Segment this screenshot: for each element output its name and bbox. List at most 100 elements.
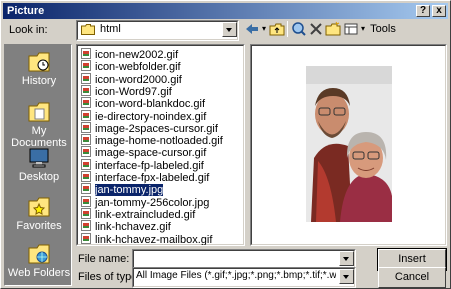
file-name: image-2spaces-cursor.gif xyxy=(95,122,218,135)
file-list-item[interactable]: image-2spaces-cursor.gif xyxy=(81,121,218,135)
place-history[interactable]: History xyxy=(5,51,73,87)
new-folder-icon xyxy=(325,21,341,36)
file-name: icon-webfolder.gif xyxy=(95,61,181,74)
my-documents-icon xyxy=(27,101,51,123)
file-name: icon-word2000.gif xyxy=(95,73,182,86)
file-name: link-hchavez-mailbox.gif xyxy=(95,233,213,246)
files-of-type-dropdown[interactable]: All Image Files (*.gif;*.jpg;*.png;*.bmp… xyxy=(132,267,356,288)
history-icon xyxy=(27,51,51,73)
window-title: Picture xyxy=(7,5,45,17)
back-dropdown-icon[interactable]: ▾ xyxy=(260,21,268,37)
delete-button[interactable] xyxy=(308,21,324,37)
file-list-item[interactable]: interface-fpx-labeled.gif xyxy=(81,171,209,184)
file-name-label: File name: xyxy=(78,253,130,265)
file-list-item[interactable]: jan-tommy-256color.jpg xyxy=(81,195,210,209)
places-bar: History My Documents Desktop Favorites W… xyxy=(4,44,72,286)
place-label: Desktop xyxy=(18,171,60,183)
file-name: icon-word-blankdoc.gif xyxy=(95,98,206,111)
place-my-documents[interactable]: My Documents xyxy=(5,101,73,149)
file-list-item[interactable]: ie-directory-noindex.gif xyxy=(81,109,207,123)
file-name: icon-Word97.gif xyxy=(95,85,172,98)
help-button[interactable]: ? xyxy=(416,5,430,17)
views-dropdown-icon[interactable]: ▾ xyxy=(359,21,367,37)
search-web-button[interactable] xyxy=(291,21,307,37)
preview-image xyxy=(306,66,392,222)
file-name: link-extraincluded.gif xyxy=(95,208,196,221)
file-list-item[interactable]: icon-word2000.gif xyxy=(81,72,182,86)
file-list-item[interactable]: icon-word-blankdoc.gif xyxy=(81,97,205,110)
place-label: History xyxy=(21,75,57,87)
image-file-icon xyxy=(81,84,91,96)
file-name: ie-directory-noindex.gif xyxy=(95,110,207,123)
place-label: My Documents xyxy=(11,125,67,149)
chevron-down-icon[interactable] xyxy=(339,251,354,266)
image-file-icon xyxy=(81,232,91,244)
chevron-down-icon[interactable] xyxy=(222,22,237,37)
delete-icon xyxy=(310,23,322,35)
image-file-icon xyxy=(81,195,91,207)
title-bar: Picture ? x xyxy=(3,3,448,19)
tools-menu[interactable]: Tools ▾ xyxy=(369,21,397,51)
image-file-icon xyxy=(81,183,91,195)
folder-icon xyxy=(81,24,95,35)
file-name: interface-fpx-labeled.gif xyxy=(95,172,210,184)
up-folder-button[interactable] xyxy=(269,21,285,37)
image-file-icon xyxy=(81,109,91,121)
views-icon xyxy=(344,23,358,35)
look-in-dropdown[interactable]: html xyxy=(76,20,239,41)
look-in-label: Look in: xyxy=(9,24,48,36)
look-in-value: html xyxy=(100,23,121,35)
image-file-icon xyxy=(81,146,91,158)
image-file-icon xyxy=(81,220,91,232)
new-folder-button[interactable] xyxy=(325,21,341,37)
file-list-item[interactable]: image-home-notloaded.gif xyxy=(81,134,223,147)
file-list-item[interactable]: link-hchavez-mailbox.gif xyxy=(81,232,213,246)
file-list-item[interactable]: jan-tommy.jpg xyxy=(81,183,165,198)
file-name: image-space-cursor.gif xyxy=(95,147,207,160)
web-folders-icon xyxy=(27,243,51,265)
place-favorites[interactable]: Favorites xyxy=(5,196,73,232)
image-file-icon xyxy=(81,207,91,219)
file-name: jan-tommy.jpg xyxy=(93,183,165,198)
place-desktop[interactable]: Desktop xyxy=(5,147,73,183)
photo-of-two-people-icon xyxy=(306,66,392,222)
file-name: interface-fp-labeled.gif xyxy=(95,159,204,172)
image-file-icon xyxy=(81,121,91,133)
image-file-icon xyxy=(81,134,91,146)
file-list-item[interactable]: icon-Word97.gif xyxy=(81,84,172,98)
back-arrow-icon xyxy=(246,24,258,34)
place-label: Web Folders xyxy=(7,267,71,279)
views-button[interactable] xyxy=(343,21,359,37)
chevron-down-icon[interactable] xyxy=(339,269,354,284)
place-web-folders[interactable]: Web Folders xyxy=(5,243,73,279)
file-list-item[interactable]: link-extraincluded.gif xyxy=(81,207,196,221)
file-list-item[interactable]: icon-webfolder.gif xyxy=(81,60,181,73)
back-button[interactable] xyxy=(244,21,260,37)
files-of-type-value: All Image Files (*.gif;*.jpg;*.png;*.bmp… xyxy=(136,270,336,281)
file-list-item[interactable]: icon-new2002.gif xyxy=(81,48,178,61)
image-file-icon xyxy=(81,171,91,182)
search-web-icon xyxy=(292,22,306,36)
file-list-item[interactable]: image-space-cursor.gif xyxy=(81,146,206,159)
up-folder-icon xyxy=(269,23,285,36)
file-list[interactable]: icon-new2002.gif icon-webfolder.gif icon-w… xyxy=(76,44,245,246)
image-file-icon xyxy=(81,97,91,109)
picture-dialog: Picture ? x Look in: html ▾ ▾ Tools ▾ xyxy=(0,0,451,289)
image-file-icon xyxy=(81,48,91,59)
preview-pane xyxy=(250,44,447,246)
file-name: icon-new2002.gif xyxy=(95,49,179,61)
desktop-icon xyxy=(27,147,51,169)
file-name: jan-tommy-256color.jpg xyxy=(95,196,210,209)
file-list-item[interactable]: link-hchavez.gif xyxy=(81,220,171,233)
favorites-icon xyxy=(27,196,51,218)
toolbar-separator xyxy=(287,21,288,37)
place-label: Favorites xyxy=(16,220,62,232)
file-name: link-hchavez.gif xyxy=(95,221,171,234)
cancel-button[interactable]: Cancel xyxy=(378,267,446,288)
close-button[interactable]: x xyxy=(432,5,446,17)
image-file-icon xyxy=(81,158,91,170)
image-file-icon xyxy=(81,60,91,72)
file-list-item[interactable]: interface-fp-labeled.gif xyxy=(81,158,204,172)
file-name: image-home-notloaded.gif xyxy=(95,135,223,148)
image-file-icon xyxy=(81,72,91,84)
